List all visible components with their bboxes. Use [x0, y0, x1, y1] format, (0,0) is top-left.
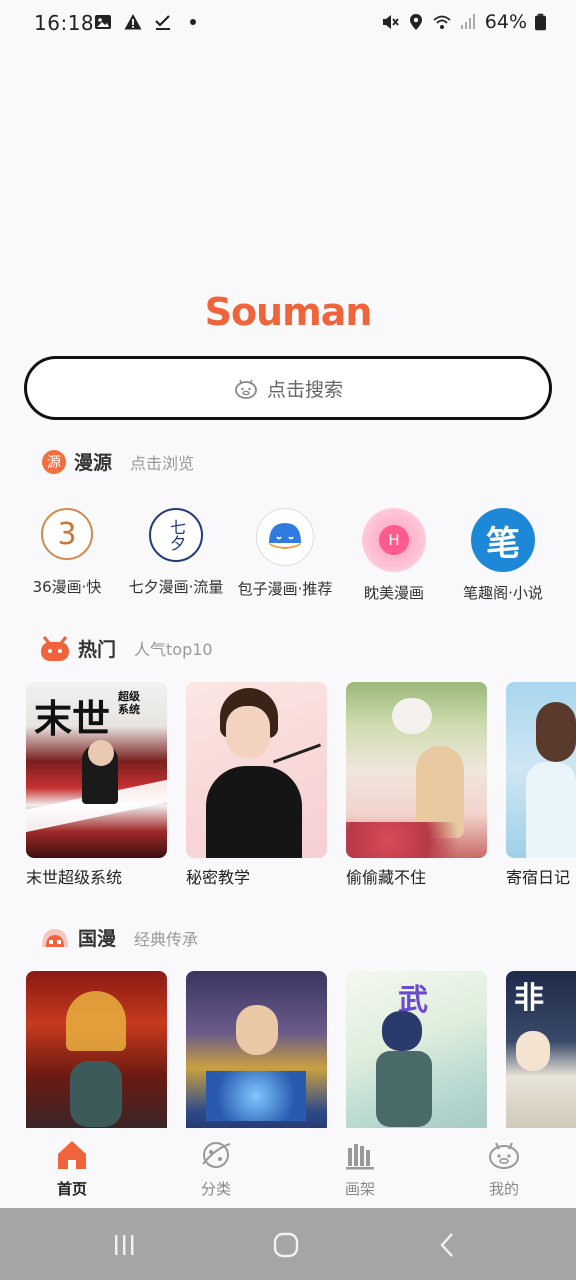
source-baozi-logo-icon [256, 508, 314, 566]
status-bar: 16:18 64% [0, 0, 576, 48]
section-title: 漫源 [74, 452, 113, 474]
signal-icon [460, 14, 475, 29]
section-subtitle: 经典传承 [134, 929, 199, 949]
comic-card[interactable] [26, 971, 167, 1128]
guoman-card-row: 武 非 [0, 971, 576, 1128]
nav-label: 画架 [344, 1180, 375, 1198]
section-subtitle-link[interactable]: 点击浏览 [130, 450, 194, 474]
comic-cover-image: 武 [346, 971, 487, 1128]
system-navigation-bar [0, 1208, 576, 1280]
source-label: 包子漫画·推荐 [237, 580, 333, 598]
battery-percent: 64% [484, 11, 527, 33]
recent-apps-button[interactable] [104, 1230, 144, 1260]
source-36-logo-icon: 3 [41, 508, 93, 560]
source-item-36manhua[interactable]: 3 36漫画·快 [7, 508, 127, 597]
source-item-danmei[interactable]: H 眈美漫画 [334, 508, 454, 603]
comic-cover-image [506, 682, 576, 858]
hot-section-header: 热门 人气top10 [40, 634, 213, 662]
location-icon [409, 14, 422, 30]
comic-card[interactable] [186, 971, 327, 1128]
search-placeholder: 点击搜索 [266, 378, 343, 401]
mute-icon [382, 15, 399, 29]
comic-card[interactable]: 非 [506, 971, 576, 1128]
comic-card[interactable]: 武 [346, 971, 487, 1128]
home-icon [58, 1141, 86, 1169]
comic-title: 末世超级系统 [26, 868, 123, 887]
status-notifications [94, 13, 202, 31]
nav-label: 首页 [56, 1180, 87, 1198]
source-label: 眈美漫画 [363, 584, 424, 602]
section-subtitle: 人气top10 [134, 640, 213, 659]
source-biquge-logo-icon: 笔 [471, 508, 535, 572]
guoman-mascot-icon [42, 928, 68, 947]
comic-card[interactable]: 末世 超级系统 末世超级系统 [26, 682, 167, 888]
image-icon [95, 15, 111, 29]
download-done-icon [155, 15, 170, 30]
nav-category[interactable]: 分类 [166, 1138, 266, 1199]
back-icon [440, 1233, 453, 1257]
comic-cover-image: 末世 超级系统 [26, 682, 167, 858]
comic-card[interactable]: 寄宿日记 [506, 682, 576, 888]
search-bar[interactable]: 点击搜索 [24, 356, 552, 420]
bookshelf-icon [346, 1144, 374, 1170]
source-label: 七夕漫画·流量 [128, 578, 224, 596]
status-system: 64% [381, 11, 546, 33]
nav-profile[interactable]: 我的 [454, 1138, 554, 1199]
comic-cover-image: 非 [506, 971, 576, 1128]
nav-home[interactable]: 首页 [22, 1138, 122, 1199]
recent-apps-icon [115, 1235, 134, 1255]
source-label: 笔趣阁·小说 [463, 584, 543, 602]
back-button[interactable] [428, 1230, 468, 1260]
nav-bookshelf[interactable]: 画架 [310, 1138, 410, 1199]
comic-cover-image [346, 682, 487, 858]
category-icon [202, 1142, 231, 1168]
comic-card[interactable]: 秘密教学 [186, 682, 327, 888]
hot-card-row: 末世 超级系统 末世超级系统 秘密教学 偷偷藏不住 寄宿日记 [0, 682, 576, 912]
warning-icon [124, 14, 142, 30]
comic-title: 寄宿日记 [506, 868, 571, 887]
hot-mascot-icon [41, 636, 69, 661]
source-qixi-logo-icon: 七夕 [149, 508, 203, 562]
comic-cover-image [186, 682, 327, 858]
guoman-section-header: 国漫 经典传承 [40, 924, 198, 951]
comic-card[interactable]: 偷偷藏不住 [346, 682, 487, 888]
more-notifications-icon [190, 19, 196, 25]
comic-title: 秘密教学 [186, 868, 251, 887]
home-circle-icon [273, 1232, 299, 1258]
wifi-icon [433, 15, 451, 29]
source-badge-icon: 源 [42, 449, 66, 474]
source-item-baozi[interactable]: 包子漫画·推荐 [225, 508, 345, 599]
comic-title: 偷偷藏不住 [346, 868, 427, 887]
source-label: 36漫画·快 [32, 578, 102, 596]
home-button[interactable] [266, 1230, 306, 1260]
app-logo: Souman [204, 290, 373, 334]
section-title: 国漫 [78, 928, 117, 950]
sources-section-header: 源 漫源 点击浏览 [42, 448, 194, 475]
comic-cover-image [186, 971, 327, 1128]
bottom-navigation: 首页 分类 画架 我的 [0, 1128, 576, 1208]
source-danmei-logo-icon: H [362, 508, 426, 572]
mascot-search-icon [235, 379, 257, 399]
nav-label: 分类 [200, 1180, 231, 1198]
status-time: 16:18 [34, 11, 95, 35]
section-title: 热门 [78, 638, 117, 661]
nav-label: 我的 [488, 1180, 519, 1198]
source-item-qixi[interactable]: 七夕 七夕漫画·流量 [116, 508, 236, 597]
profile-icon [489, 1142, 519, 1169]
battery-icon [535, 13, 546, 31]
source-item-biquge[interactable]: 笔 笔趣阁·小说 [443, 508, 563, 603]
comic-cover-image [26, 971, 167, 1128]
